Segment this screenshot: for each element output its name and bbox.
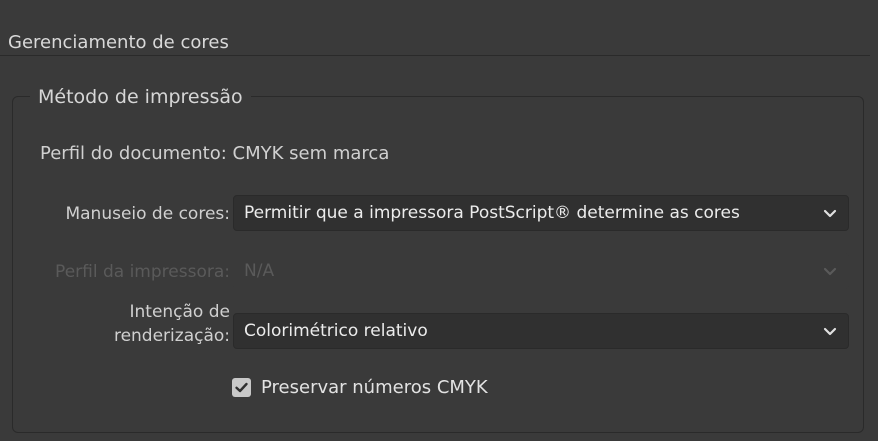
rendering-intent-label-line2: renderização:: [113, 326, 230, 346]
preserve-cmyk-label: Preservar números CMYK: [261, 376, 488, 398]
print-method-title: Método de impressão: [30, 86, 251, 108]
chevron-down-icon: [823, 209, 837, 218]
chevron-down-icon: [823, 267, 837, 276]
rendering-intent-value: Colorimétrico relativo: [244, 321, 428, 341]
printer-profile-select: N/A: [233, 253, 849, 289]
color-management-panel: Gerenciamento de cores Método de impress…: [0, 0, 878, 441]
preserve-cmyk-checkbox[interactable]: Preservar números CMYK: [232, 375, 488, 399]
rendering-intent-select[interactable]: Colorimétrico relativo: [233, 313, 849, 349]
checkmark-icon[interactable]: [232, 377, 251, 397]
chevron-down-icon: [823, 327, 837, 336]
rendering-intent-label-line1: Intenção de: [129, 302, 230, 322]
color-handling-label: Manuseio de cores:: [65, 204, 230, 224]
rendering-intent-label: Intenção de renderização:: [40, 300, 230, 348]
printer-profile-value: N/A: [244, 261, 275, 281]
document-profile-text: Perfil do documento: CMYK sem marca: [40, 143, 390, 164]
color-handling-value: Permitir que a impressora PostScript® de…: [244, 203, 740, 223]
printer-profile-label: Perfil da impressora:: [55, 262, 230, 282]
panel-title: Gerenciamento de cores: [8, 32, 229, 53]
panel-header: Gerenciamento de cores: [0, 18, 870, 56]
color-handling-select[interactable]: Permitir que a impressora PostScript® de…: [233, 195, 849, 231]
